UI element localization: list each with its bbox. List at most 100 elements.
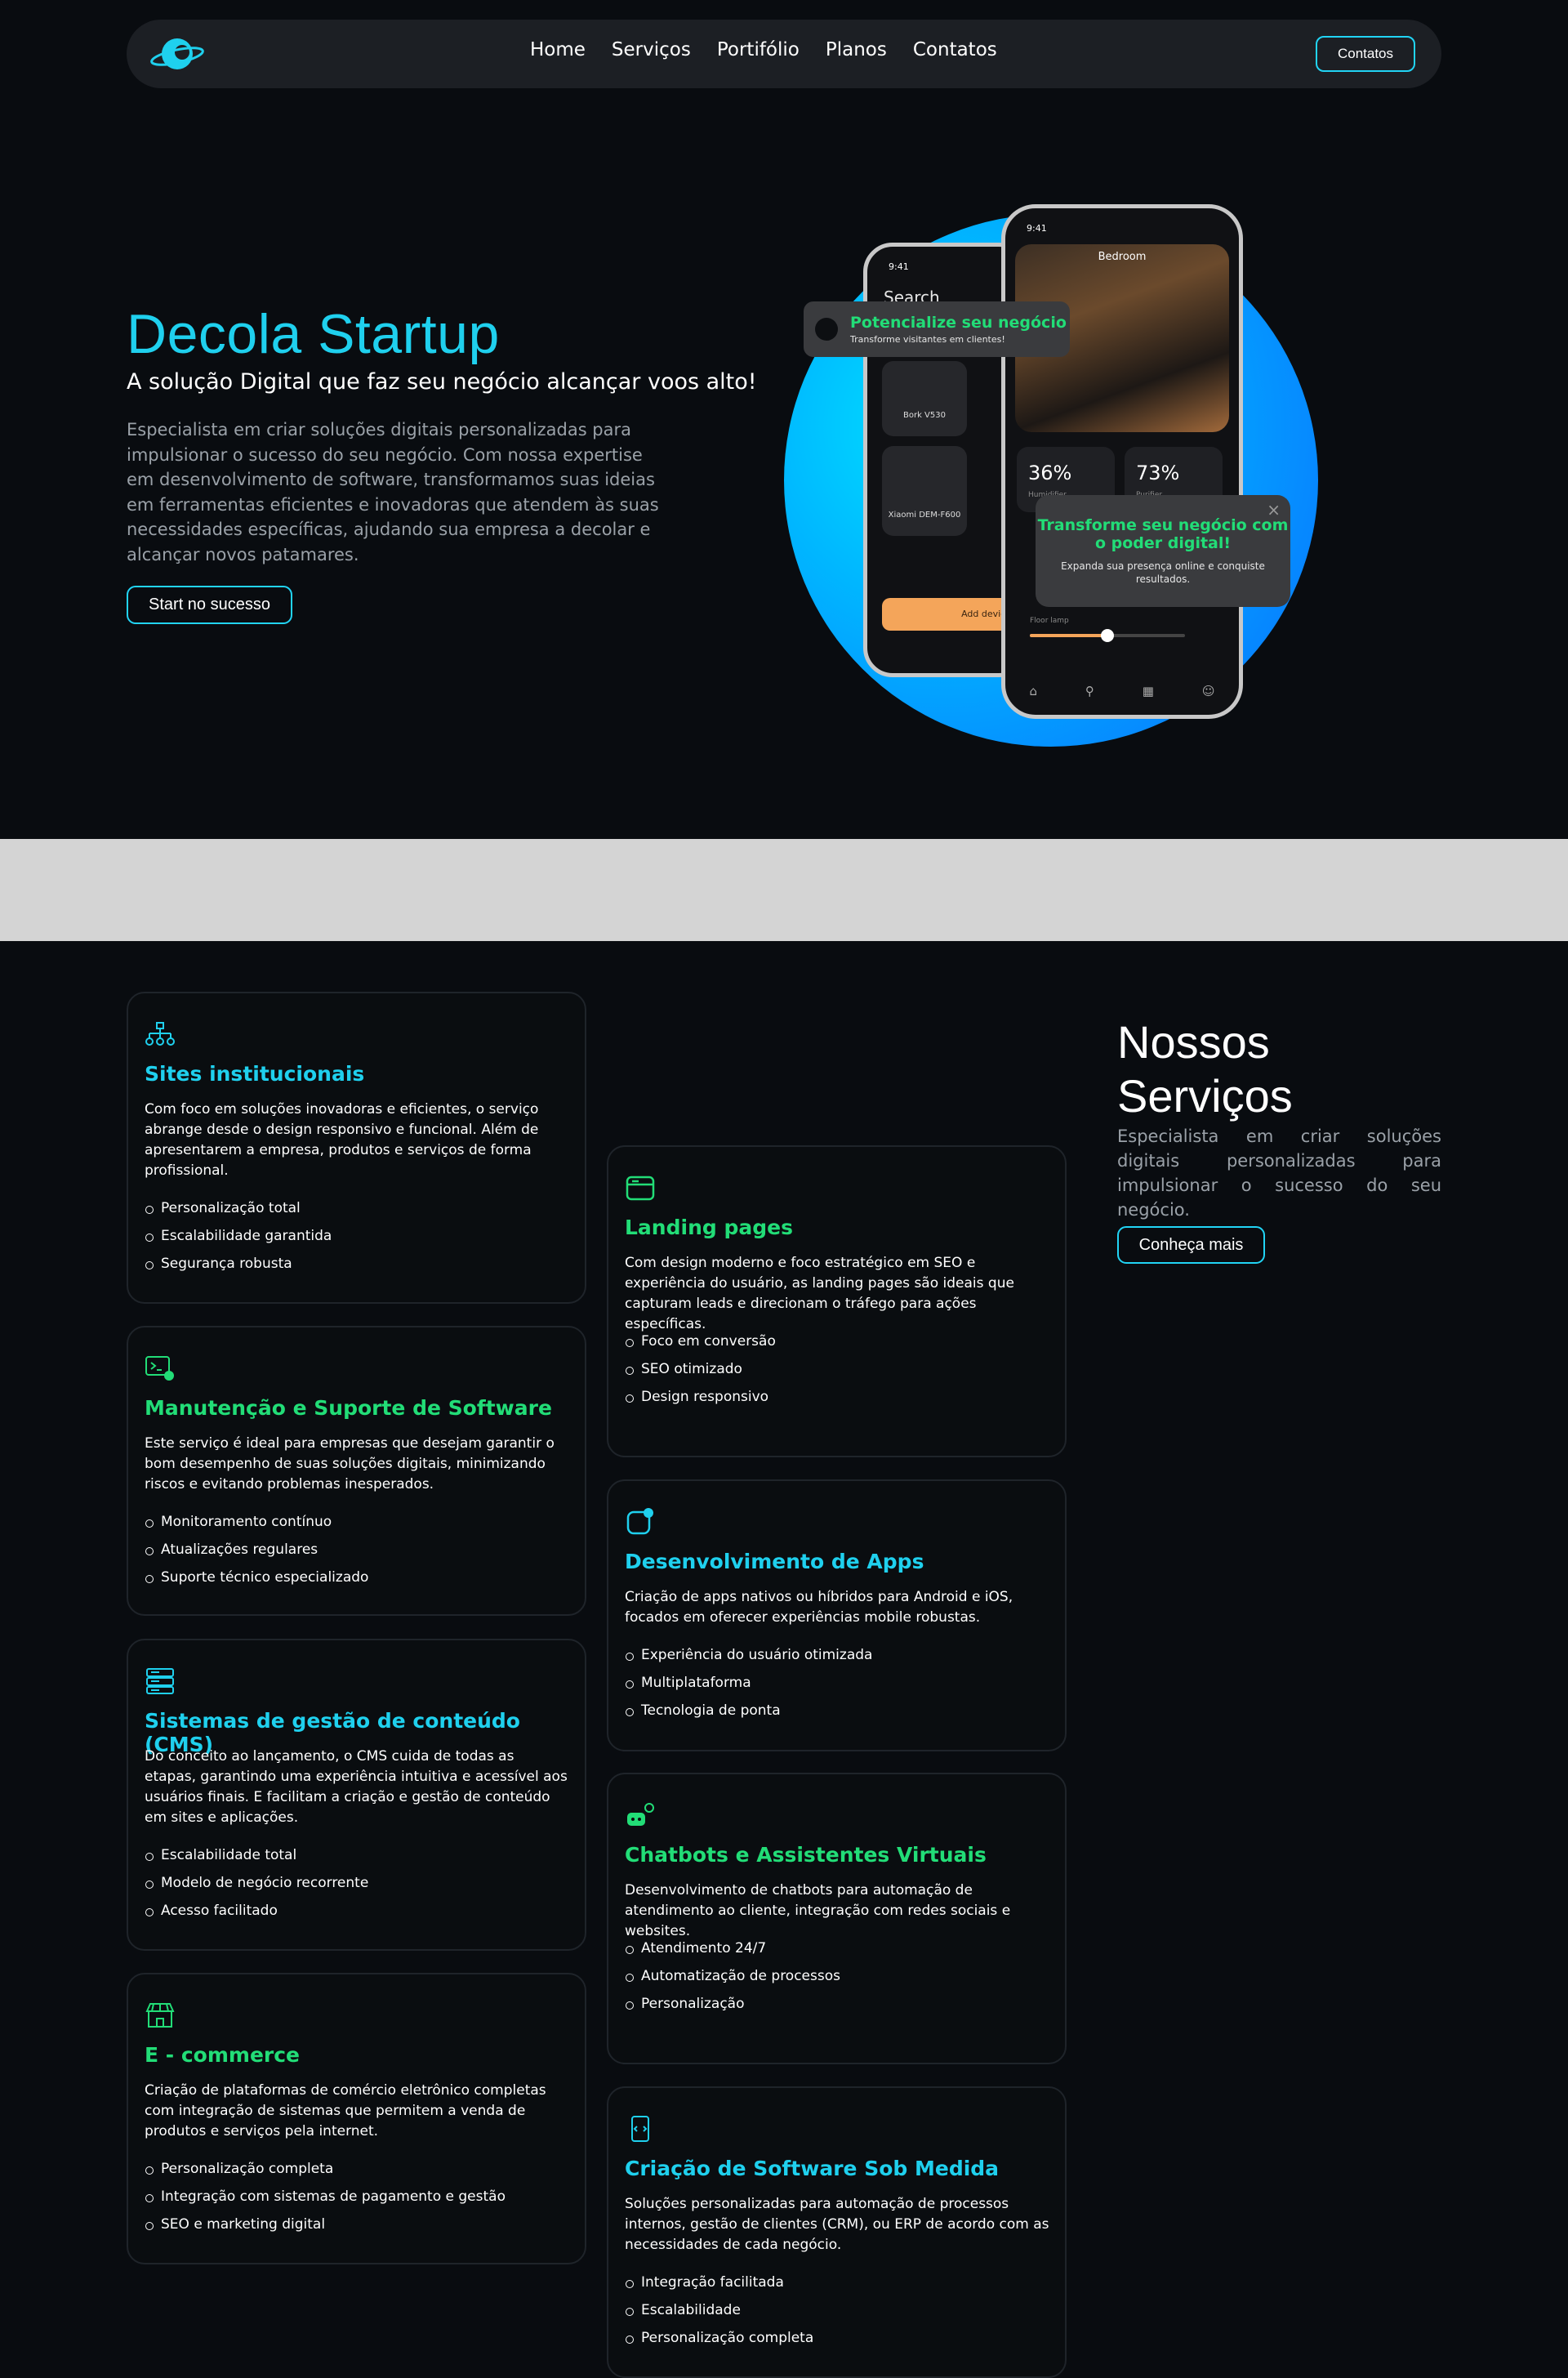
feature-item: Suporte técnico especializado bbox=[145, 1564, 368, 1591]
service-card-features: Foco em conversão SEO otimizado Design res… bbox=[626, 1327, 776, 1411]
popup-title: Transforme seu negócio com o poder digit… bbox=[1037, 516, 1289, 552]
nav-link-planos[interactable]: Planos bbox=[826, 39, 887, 60]
divider-band bbox=[0, 839, 1568, 941]
service-card-description: Desenvolvimento de chatbots para automaç… bbox=[625, 1882, 1011, 1939]
browser-window-icon bbox=[625, 1174, 656, 1202]
server-icon bbox=[145, 1667, 176, 1695]
service-card: Sistemas de gestão de conteúdo (CMS) Do c… bbox=[127, 1639, 586, 1951]
terminal-gear-icon bbox=[145, 1354, 176, 1382]
learn-more-button[interactable]: Conheça mais bbox=[1117, 1226, 1265, 1264]
feature-item: Tecnologia de ponta bbox=[625, 1697, 872, 1724]
feature-item: Design responsivo bbox=[626, 1383, 776, 1411]
popup-text: Expanda sua presença online e conquiste … bbox=[1061, 560, 1265, 585]
feature-item: Integração facilitada bbox=[625, 2269, 813, 2296]
feature-item: Integração com sistemas de pagamento e g… bbox=[145, 2183, 506, 2211]
sitemap-icon bbox=[145, 1020, 176, 1048]
service-card-description: Criação de plataformas de comércio eletr… bbox=[145, 2082, 546, 2139]
lamp-slider bbox=[1030, 629, 1185, 642]
feature-item: Experiência do usuário otimizada bbox=[625, 1641, 872, 1669]
service-card: Chatbots e Assistentes Virtuais Desenvolv… bbox=[607, 1773, 1067, 2064]
promo-popup-bottom: × Transforme seu negócio com o poder dig… bbox=[1036, 495, 1290, 607]
start-button[interactable]: Start no sucesso bbox=[127, 586, 292, 624]
service-card-features: Monitoramento contínuo Atualizações regul… bbox=[145, 1508, 368, 1591]
service-card-features: Escalabilidade total Modelo de negócio re… bbox=[145, 1841, 368, 1925]
service-card: Desenvolvimento de Apps Criação de apps n… bbox=[607, 1479, 1067, 1751]
feature-item: SEO e marketing digital bbox=[145, 2211, 506, 2238]
search-icon: ⚲ bbox=[1085, 684, 1094, 698]
feature-item: Multiplataforma bbox=[625, 1669, 872, 1697]
nav-link-contatos[interactable]: Contatos bbox=[913, 39, 997, 60]
promo-popup-top: Potencialize seu negócio Transforme visi… bbox=[804, 301, 1070, 357]
rocket-planet-logo[interactable] bbox=[149, 34, 205, 74]
feature-item: Escalabilidade total bbox=[145, 1841, 368, 1869]
hero-title: Decola Startup bbox=[127, 303, 500, 365]
service-card-title: Desenvolvimento de Apps bbox=[625, 1550, 924, 1573]
feature-item: Foco em conversão bbox=[626, 1327, 776, 1355]
service-card-features: Atendimento 24/7 Automatização de process… bbox=[626, 1934, 840, 2018]
services-title-line1: Nossos bbox=[1117, 1016, 1270, 1068]
storefront-icon bbox=[145, 2001, 176, 2029]
feature-item: Segurança robusta bbox=[145, 1250, 332, 1278]
service-card-title: Manutenção e Suporte de Software bbox=[145, 1396, 552, 1420]
feature-item: Atualizações regulares bbox=[145, 1536, 368, 1564]
popup-text: Transforme visitantes em clientes! bbox=[850, 334, 1005, 345]
add-device-button: Add device bbox=[882, 598, 1021, 631]
lamp-label: Floor lamp bbox=[1030, 617, 1069, 625]
chatbot-icon bbox=[625, 1801, 656, 1829]
service-card-title: Sites institucionais bbox=[145, 1062, 365, 1086]
mobile-code-icon bbox=[625, 2115, 656, 2143]
nav-link-home[interactable]: Home bbox=[530, 39, 586, 60]
service-card-description: Este serviço é ideal para empresas que d… bbox=[145, 1435, 555, 1492]
top-navbar: Home Serviços Portifólio Planos Contatos… bbox=[127, 20, 1441, 88]
device-name: Bork V530 bbox=[903, 411, 946, 420]
feature-item: Atendimento 24/7 bbox=[626, 1934, 840, 1962]
popup-title: Potencialize seu negócio bbox=[850, 314, 1067, 332]
feature-item: Personalização bbox=[626, 1990, 840, 2018]
feature-item: Acesso facilitado bbox=[145, 1897, 368, 1925]
nav-link-servicos[interactable]: Serviços bbox=[612, 39, 691, 60]
front-phone-mockup: 9:41 Bedroom 36% Humidifier 73% Purifier… bbox=[1001, 204, 1243, 719]
home-icon: ⌂ bbox=[1029, 684, 1037, 698]
service-card: Criação de Software Sob Medida Soluções p… bbox=[607, 2086, 1067, 2378]
hero-description: Especialista em criar soluções digitais … bbox=[127, 420, 659, 564]
user-icon: ☺ bbox=[1201, 684, 1215, 698]
service-card: Sites institucionais Com foco em soluções… bbox=[127, 992, 586, 1304]
humidity-value: 36% bbox=[1028, 462, 1072, 484]
service-card-title: E - commerce bbox=[145, 2043, 301, 2067]
hero-subtitle: A solução Digital que faz seu negócio al… bbox=[127, 369, 757, 395]
feature-item: Personalização total bbox=[145, 1194, 332, 1222]
service-card-description: Soluções personalizadas para automação d… bbox=[625, 2196, 1049, 2253]
lamp-slider-fill bbox=[1030, 634, 1107, 637]
nav-link-portifolio[interactable]: Portifólio bbox=[717, 39, 800, 60]
service-card-title: Criação de Software Sob Medida bbox=[625, 2157, 1000, 2180]
device-card: Bork V530 bbox=[882, 361, 967, 436]
service-card-description: Com foco em soluções inovadoras e eficie… bbox=[145, 1101, 539, 1179]
lamp-slider-knob bbox=[1101, 629, 1114, 642]
purifier-value: 73% bbox=[1136, 462, 1180, 484]
feature-item: Personalização completa bbox=[625, 2324, 813, 2352]
contact-button[interactable]: Contatos bbox=[1316, 36, 1415, 72]
service-card: E - commerce Criação de plataformas de co… bbox=[127, 1973, 586, 2264]
feature-item: SEO otimizado bbox=[626, 1355, 776, 1383]
services-description: Especialista em criar soluções digitais … bbox=[1117, 1127, 1441, 1220]
room-label: Bedroom bbox=[1098, 251, 1147, 263]
feature-item: Monitoramento contínuo bbox=[145, 1508, 368, 1536]
nav-links: Home Serviços Portifólio Planos Contatos bbox=[530, 39, 997, 60]
service-card-title: Chatbots e Assistentes Virtuais bbox=[625, 1843, 987, 1867]
grid-icon: ▦ bbox=[1142, 684, 1154, 698]
service-card-description: Com design moderno e foco estratégico em… bbox=[625, 1255, 1014, 1332]
service-card-title: Landing pages bbox=[625, 1216, 793, 1239]
service-card-features: Personalização total Escalabilidade garan… bbox=[145, 1194, 332, 1278]
phone-time: 9:41 bbox=[889, 261, 909, 272]
logo-badge-icon bbox=[815, 318, 838, 341]
service-card-description: Do conceito ao lançamento, o CMS cuida d… bbox=[145, 1748, 568, 1826]
service-card: Manutenção e Suporte de Software Este ser… bbox=[127, 1326, 586, 1616]
service-card: Landing pages Com design moderno e foco e… bbox=[607, 1145, 1067, 1457]
service-card-description: Criação de apps nativos ou híbridos para… bbox=[625, 1589, 1013, 1626]
service-card-features: Experiência do usuário otimizada Multipla… bbox=[625, 1641, 872, 1724]
feature-item: Automatização de processos bbox=[626, 1962, 840, 1990]
device-name: Xiaomi DEM-F600 bbox=[888, 511, 961, 520]
service-card-features: Integração facilitada Escalabilidade Perso… bbox=[625, 2269, 813, 2352]
phone-tabbar: ⌂ ⚲ ▦ ☺ bbox=[1005, 684, 1239, 698]
feature-item: Personalização completa bbox=[145, 2155, 506, 2183]
